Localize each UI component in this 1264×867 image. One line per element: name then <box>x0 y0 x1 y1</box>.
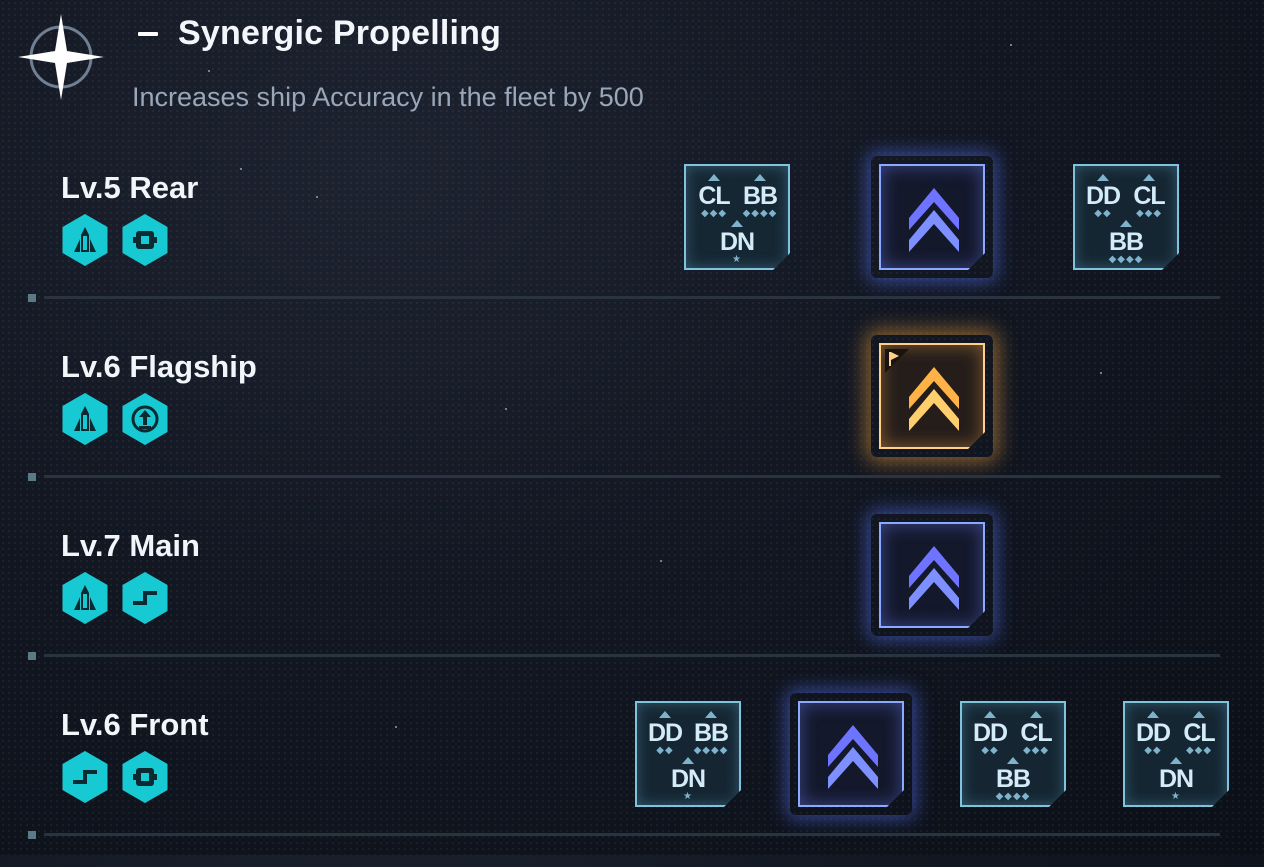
ship-class-label: CL <box>698 182 730 210</box>
row-divider <box>44 296 1220 299</box>
trait-icons <box>60 214 170 266</box>
ship-slot[interactable] <box>798 701 904 807</box>
class-up-arrow-icon <box>731 220 743 227</box>
class-up-arrow-icon <box>754 174 766 181</box>
cross-icon[interactable] <box>62 751 108 803</box>
ship-class-label: BB <box>742 182 778 210</box>
ship-class-slot[interactable]: CL ◆◆◆ BB ◆◆◆◆ DN ★ <box>684 164 790 270</box>
trait-icons <box>60 572 170 624</box>
class-up-arrow-icon <box>1097 174 1109 181</box>
ship-slot[interactable] <box>879 164 985 270</box>
ship-class-label: DN <box>1158 765 1194 793</box>
class-up-arrow-icon <box>705 711 717 718</box>
row-label: Lv.6 Front <box>61 707 209 742</box>
ship-class-label: CL <box>1133 182 1165 210</box>
ship-class-label: CL <box>1020 719 1052 747</box>
row-divider <box>44 654 1220 657</box>
collapse-toggle[interactable] <box>138 31 158 36</box>
class-up-arrow-icon <box>682 757 694 764</box>
ship-class-label: CL <box>1183 719 1215 747</box>
class-up-arrow-icon <box>1170 757 1182 764</box>
divider-marker <box>28 294 36 302</box>
class-up-arrow-icon <box>1007 757 1019 764</box>
row-label: Lv.6 Flagship <box>61 349 257 384</box>
trait-icons <box>60 393 170 445</box>
ship-class-label: DD <box>1085 182 1121 210</box>
chevron-up-icon <box>905 363 963 433</box>
divider-marker <box>28 831 36 839</box>
class-tier-marks: ◆◆◆ <box>1185 745 1213 756</box>
row-divider <box>44 475 1220 478</box>
class-up-arrow-icon <box>1120 220 1132 227</box>
ship-class-slot[interactable]: DD ◆◆ CL ◆◆◆ BB ◆◆◆◆ <box>1073 164 1179 270</box>
ship-class-label: DD <box>1135 719 1171 747</box>
flagship-slot[interactable] <box>879 343 985 449</box>
class-tier-marks: ◆◆◆ <box>700 208 728 219</box>
class-up-arrow-icon <box>659 711 671 718</box>
divider-marker <box>28 652 36 660</box>
class-tier-marks: ◆◆◆ <box>1135 208 1163 219</box>
divider-marker <box>28 473 36 481</box>
class-tier-marks: ★ <box>1171 791 1181 802</box>
ship-class-label: DD <box>972 719 1008 747</box>
compass-star-icon <box>18 14 104 100</box>
upload-icon[interactable] <box>122 393 168 445</box>
ship-class-label: DD <box>647 719 683 747</box>
gear-box-icon[interactable] <box>122 751 168 803</box>
row-label: Lv.5 Rear <box>61 170 199 205</box>
class-up-arrow-icon <box>708 174 720 181</box>
class-tier-marks: ◆◆ <box>656 745 674 756</box>
class-tier-marks: ◆◆◆◆ <box>693 745 729 756</box>
class-tier-marks: ◆◆ <box>1094 208 1112 219</box>
ship-class-label: BB <box>995 765 1031 793</box>
class-up-arrow-icon <box>1147 711 1159 718</box>
fleet-row: Lv.7 Main <box>0 522 1264 688</box>
tower-icon[interactable] <box>62 214 108 266</box>
class-up-arrow-icon <box>1143 174 1155 181</box>
row-divider <box>44 833 1220 836</box>
background-star <box>208 70 210 72</box>
ship-class-slot[interactable]: DD ◆◆ CL ◆◆◆ DN ★ <box>1123 701 1229 807</box>
class-tier-marks: ◆◆◆ <box>1022 745 1050 756</box>
fleet-row: Lv.5 Rear CL ◆◆◆ BB ◆◆◆◆ DN ★ DD ◆◆ CL ◆◆◆ BB ◆◆◆◆ <box>0 164 1264 330</box>
cross-icon[interactable] <box>122 572 168 624</box>
header: Synergic Propelling <box>138 14 501 53</box>
chevron-up-icon <box>905 184 963 254</box>
ship-class-label: DN <box>670 765 706 793</box>
class-tier-marks: ◆◆ <box>1144 745 1162 756</box>
class-tier-marks: ◆◆◆◆ <box>995 791 1031 802</box>
ship-class-label: BB <box>693 719 729 747</box>
class-up-arrow-icon <box>984 711 996 718</box>
fleet-row: Lv.6 Front DD ◆◆ BB ◆◆◆◆ DN ★ DD ◆◆ CL ◆◆◆ BB ◆◆◆◆ DD… <box>0 701 1264 867</box>
page-title: Synergic Propelling <box>178 14 502 52</box>
class-tier-marks: ★ <box>732 254 742 265</box>
ship-slot[interactable] <box>879 522 985 628</box>
tower-icon[interactable] <box>62 393 108 445</box>
row-label: Lv.7 Main <box>61 528 200 563</box>
ship-class-slot[interactable]: DD ◆◆ CL ◆◆◆ BB ◆◆◆◆ <box>960 701 1066 807</box>
ship-class-slot[interactable]: DD ◆◆ BB ◆◆◆◆ DN ★ <box>635 701 741 807</box>
flag-icon <box>885 349 909 373</box>
tower-icon[interactable] <box>62 572 108 624</box>
background-star <box>1010 44 1012 46</box>
ship-class-label: DN <box>719 228 755 256</box>
chevron-up-icon <box>824 721 882 791</box>
chevron-up-icon <box>905 542 963 612</box>
gear-box-icon[interactable] <box>122 214 168 266</box>
fleet-row: Lv.6 Flagship <box>0 343 1264 509</box>
class-up-arrow-icon <box>1030 711 1042 718</box>
ship-class-label: BB <box>1108 228 1144 256</box>
class-tier-marks: ◆◆◆◆ <box>742 208 778 219</box>
class-tier-marks: ◆◆◆◆ <box>1108 254 1144 265</box>
class-tier-marks: ◆◆ <box>981 745 999 756</box>
trait-icons <box>60 751 170 803</box>
class-up-arrow-icon <box>1193 711 1205 718</box>
skill-description: Increases ship Accuracy in the fleet by … <box>132 82 644 112</box>
class-tier-marks: ★ <box>683 791 693 802</box>
